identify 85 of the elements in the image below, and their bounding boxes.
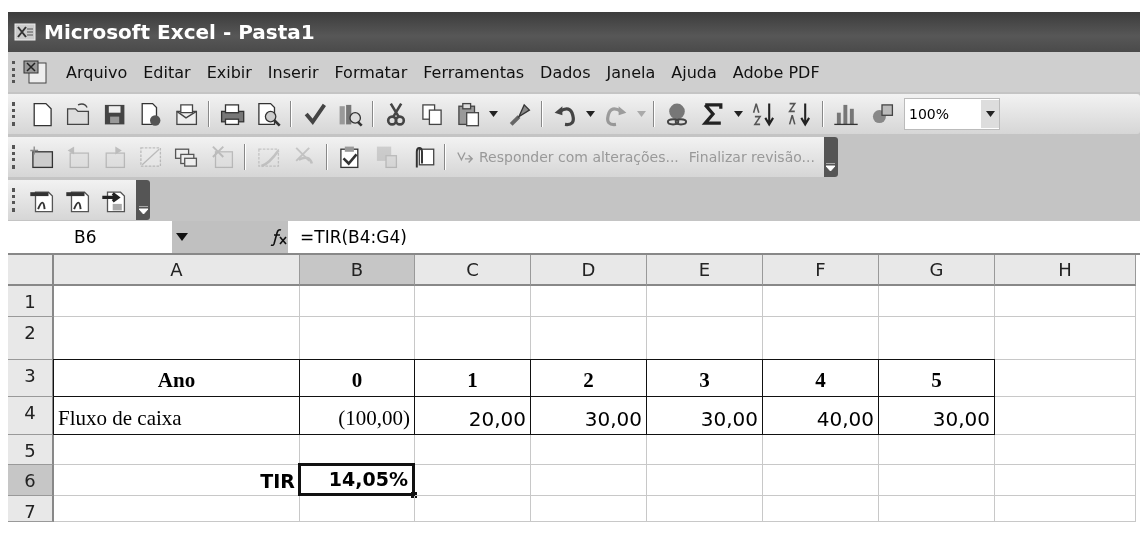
sort-descending-icon[interactable] xyxy=(787,100,813,127)
name-box[interactable]: B6 xyxy=(8,221,172,253)
table-cell[interactable] xyxy=(763,286,879,317)
menu-item[interactable]: Exibir xyxy=(198,59,260,85)
toolbar-options-handle[interactable] xyxy=(823,136,838,177)
table-cell[interactable]: 14,05% xyxy=(298,463,415,496)
magnifier-document-icon[interactable] xyxy=(255,100,281,127)
table-cell[interactable] xyxy=(995,397,1136,435)
table-cell[interactable] xyxy=(995,360,1136,397)
row-header[interactable]: 7 xyxy=(8,496,54,522)
table-cell[interactable] xyxy=(415,465,531,496)
function-icon[interactable] xyxy=(270,228,288,246)
table-cell[interactable]: Ano xyxy=(53,359,300,397)
window-title: Microsoft Excel - Pasta1 xyxy=(44,20,315,44)
menu-item[interactable]: Arquivo xyxy=(58,59,136,85)
table-cell[interactable] xyxy=(647,465,763,496)
folder-icon[interactable] xyxy=(65,100,91,127)
row-header[interactable]: 3 xyxy=(8,360,54,397)
table-cell[interactable] xyxy=(531,496,647,522)
menu-item[interactable]: Dados xyxy=(532,59,599,85)
app-icon xyxy=(14,22,36,42)
menu-item[interactable]: Ajuda xyxy=(663,59,725,85)
caret-icon xyxy=(826,162,836,171)
menu-item[interactable]: Janela xyxy=(598,59,664,85)
table-cell[interactable] xyxy=(763,496,879,522)
dropdown-arrow-icon[interactable] xyxy=(985,110,995,117)
menu-item[interactable]: Formatar xyxy=(326,59,416,85)
menu-item[interactable]: Adobe PDF xyxy=(724,59,828,85)
table-cell[interactable]: 30,00 xyxy=(878,396,995,435)
table-cell[interactable] xyxy=(647,286,763,317)
table-cell[interactable] xyxy=(54,496,300,522)
table-cell[interactable] xyxy=(54,286,300,317)
select-all-corner[interactable] xyxy=(8,255,54,286)
table-cell[interactable] xyxy=(763,435,879,465)
caret-icon xyxy=(138,205,148,214)
table-cell[interactable] xyxy=(415,496,531,522)
clipboard-icon[interactable] xyxy=(455,100,481,127)
table-cell[interactable] xyxy=(300,286,415,317)
column-header[interactable]: A xyxy=(54,255,300,286)
zoom-field[interactable]: 100% xyxy=(904,97,1000,130)
column-header[interactable]: E xyxy=(647,255,763,286)
table-cell[interactable] xyxy=(300,496,415,522)
table-cell[interactable] xyxy=(763,465,879,496)
row-header[interactable]: 6 xyxy=(8,465,54,496)
table-cell[interactable] xyxy=(415,435,531,465)
dropdown-arrow-icon[interactable] xyxy=(734,110,743,117)
table-cell[interactable] xyxy=(879,496,995,522)
table-cell[interactable] xyxy=(531,286,647,317)
table-cell[interactable] xyxy=(995,317,1136,360)
table-cell[interactable] xyxy=(995,465,1136,496)
row-header[interactable]: 1 xyxy=(8,286,54,317)
menu-item[interactable]: Inserir xyxy=(259,59,327,85)
row-header[interactable]: 2 xyxy=(8,317,54,360)
row-header[interactable]: 4 xyxy=(8,397,54,435)
column-header[interactable]: F xyxy=(763,255,879,286)
table-cell[interactable] xyxy=(647,496,763,522)
column-header[interactable]: B xyxy=(300,255,415,286)
table-cell[interactable] xyxy=(54,435,300,465)
table-cell[interactable] xyxy=(879,465,995,496)
menu-item[interactable]: Editar xyxy=(135,59,199,85)
workbook-icon[interactable] xyxy=(22,59,48,85)
formula-field[interactable]: =TIR(B4:G4) xyxy=(288,221,1140,253)
table-cell[interactable] xyxy=(531,435,647,465)
table-cell[interactable]: TIR xyxy=(54,465,300,496)
dropdown-arrow-icon[interactable] xyxy=(586,110,595,117)
table-cell[interactable]: Fluxo de caixa xyxy=(53,396,300,435)
column-header[interactable]: D xyxy=(531,255,647,286)
table-cell[interactable]: 5 xyxy=(878,359,995,397)
table-cell[interactable] xyxy=(647,435,763,465)
toolbar-options-handle[interactable] xyxy=(136,179,150,220)
sort-ascending-icon[interactable] xyxy=(751,100,777,127)
menu-item[interactable]: Ferramentas xyxy=(415,59,533,85)
column-header[interactable]: H xyxy=(995,255,1136,286)
column-header[interactable]: C xyxy=(415,255,531,286)
dropdown-arrow-icon[interactable] xyxy=(489,110,498,117)
table-cell[interactable] xyxy=(879,286,995,317)
table-cell[interactable] xyxy=(995,435,1136,465)
row-header[interactable]: 5 xyxy=(8,435,54,465)
table-cell[interactable] xyxy=(995,286,1136,317)
column-header[interactable]: G xyxy=(879,255,995,286)
dropdown-arrow-icon[interactable] xyxy=(176,233,188,241)
table-cell[interactable] xyxy=(995,496,1136,522)
table-cell[interactable] xyxy=(879,435,995,465)
table-cell[interactable] xyxy=(415,286,531,317)
table-cell[interactable] xyxy=(531,465,647,496)
